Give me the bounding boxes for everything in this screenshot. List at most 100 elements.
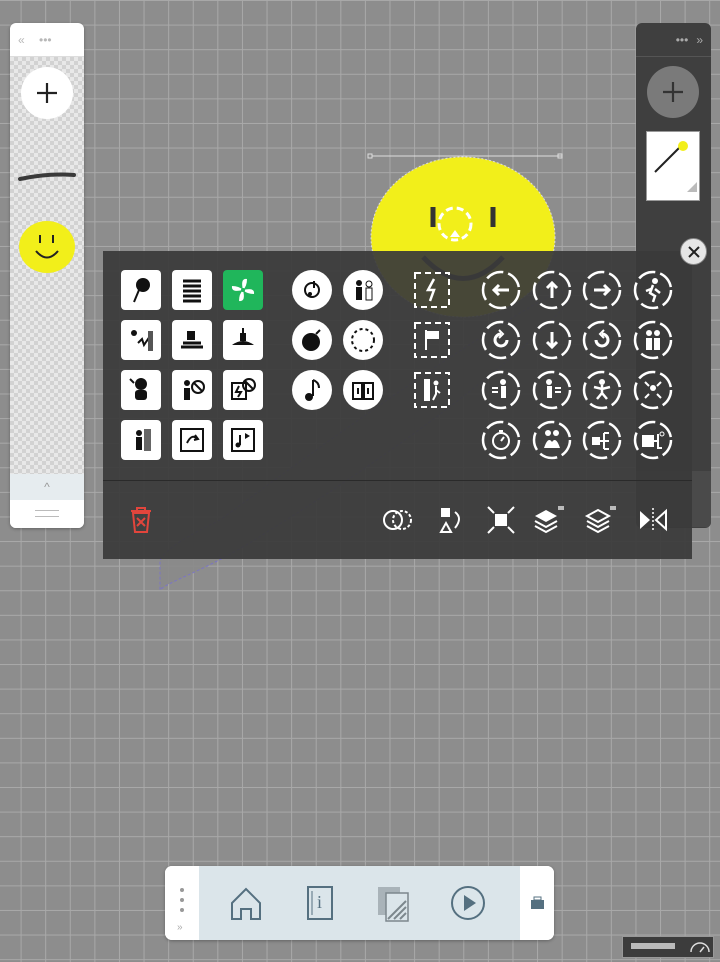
play-button[interactable]	[448, 883, 488, 923]
astronaut-icon	[129, 378, 147, 400]
close-palette-button[interactable]	[680, 238, 707, 265]
motor-tile[interactable]	[223, 320, 263, 360]
arrow-left-tile[interactable]	[481, 270, 521, 310]
smiley-face-item[interactable]	[18, 220, 76, 274]
push-left-tile[interactable]	[481, 370, 521, 410]
arrow-up-tile[interactable]	[532, 270, 572, 310]
delete-button[interactable]	[124, 503, 158, 537]
pin-tile[interactable]	[121, 270, 161, 310]
bomb-tile[interactable]	[292, 320, 332, 360]
home-icon	[231, 887, 261, 920]
stopwatch-tile[interactable]	[481, 420, 521, 460]
pages-icon	[378, 887, 409, 922]
pair-tile[interactable]	[532, 420, 572, 460]
switch-icon	[633, 420, 673, 460]
combine-button[interactable]	[380, 503, 414, 537]
person-talk-icon	[356, 280, 373, 301]
layer-down-button[interactable]	[583, 503, 617, 537]
rotate-left-icon	[481, 320, 521, 360]
spark-wall-tile[interactable]	[121, 320, 161, 360]
arrow-right-tile[interactable]	[582, 270, 622, 310]
left-panel-footer: ^	[10, 474, 84, 528]
flag-box-tile[interactable]	[413, 321, 451, 359]
add-page-button[interactable]	[647, 66, 699, 118]
line-stroke-item[interactable]	[18, 167, 76, 187]
runner-tile[interactable]	[633, 270, 673, 310]
palette-divider	[103, 480, 692, 481]
rotate-box-icon	[180, 428, 204, 452]
motor-icon	[232, 328, 254, 345]
shape-swap-icon	[439, 508, 460, 533]
push-left-icon	[481, 370, 521, 410]
layer-up-icon	[534, 506, 564, 534]
music-note-icon	[305, 379, 320, 401]
push-right-tile[interactable]	[532, 370, 572, 410]
rotate-right-icon	[582, 320, 622, 360]
drag-handle[interactable]	[35, 510, 59, 517]
flip-icon	[640, 508, 667, 532]
status-indicator	[622, 936, 714, 958]
no-power-tile[interactable]	[223, 370, 263, 410]
person-door-tile[interactable]	[121, 420, 161, 460]
play-icon	[451, 886, 485, 920]
add-object-button[interactable]	[21, 67, 73, 119]
rotate-box-tile[interactable]	[172, 420, 212, 460]
pin-icon	[133, 278, 150, 303]
no-touch-tile[interactable]	[172, 370, 212, 410]
star-person-tile[interactable]	[582, 370, 622, 410]
fan-tile[interactable]	[223, 270, 263, 310]
fit-button[interactable]	[484, 503, 518, 537]
timer-dash-tile[interactable]	[343, 320, 383, 360]
bottom-right-handle[interactable]	[520, 866, 554, 940]
music-loop-tile[interactable]	[292, 270, 332, 310]
person-talk-tile[interactable]	[343, 270, 383, 310]
book-tile[interactable]	[343, 370, 383, 410]
expand-tab[interactable]: ^	[10, 474, 84, 500]
flip-button[interactable]	[636, 503, 670, 537]
layer-down-icon	[584, 506, 616, 534]
shape-swap-button[interactable]	[434, 503, 468, 537]
music-note-tile[interactable]	[292, 370, 332, 410]
power-box-tile[interactable]	[413, 271, 451, 309]
runner-icon	[633, 270, 673, 310]
bottom-left-handle[interactable]: »	[165, 866, 199, 940]
fit-icon	[487, 506, 515, 534]
shrink-tile[interactable]	[633, 370, 673, 410]
book-icon	[352, 382, 374, 400]
sound-box-icon	[231, 428, 255, 452]
conveyor-tile[interactable]	[172, 320, 212, 360]
music-loop-icon	[304, 281, 320, 298]
delete-icon	[131, 507, 151, 533]
expand-chevron[interactable]: »	[177, 922, 183, 933]
arrow-down-tile[interactable]	[532, 320, 572, 360]
stopwatch-icon	[481, 420, 521, 460]
plus-icon	[37, 83, 57, 103]
rotate-left-tile[interactable]	[481, 320, 521, 360]
home-button[interactable]	[226, 883, 266, 923]
info-button[interactable]: i	[300, 883, 340, 923]
switch-tile[interactable]	[633, 420, 673, 460]
shrink-icon	[633, 370, 673, 410]
menu-dots-icon[interactable]: •••	[39, 33, 52, 47]
spring-tile[interactable]	[172, 270, 212, 310]
collapse-left-icon[interactable]: «	[18, 33, 25, 47]
sound-box-tile[interactable]	[223, 420, 263, 460]
spark-wall-icon	[131, 330, 153, 351]
conveyor-icon	[181, 331, 203, 349]
rotate-right-tile[interactable]	[582, 320, 622, 360]
astronaut-tile[interactable]	[121, 370, 161, 410]
group-people-tile[interactable]	[633, 320, 673, 360]
push-right-icon	[532, 370, 572, 410]
combine-icon	[383, 510, 412, 530]
spring-icon	[183, 279, 201, 303]
page-thumbnail[interactable]	[646, 131, 700, 201]
exit-door-tile[interactable]	[413, 371, 451, 409]
close-icon	[687, 245, 700, 258]
collapse-right-icon[interactable]: »	[696, 33, 703, 47]
menu-dots-icon[interactable]: •••	[676, 33, 689, 47]
pages-button[interactable]	[374, 883, 414, 923]
thumbnail-preview-icon	[654, 141, 697, 192]
no-touch-icon	[184, 380, 205, 400]
network-tile[interactable]	[582, 420, 622, 460]
layer-up-button[interactable]	[531, 503, 565, 537]
